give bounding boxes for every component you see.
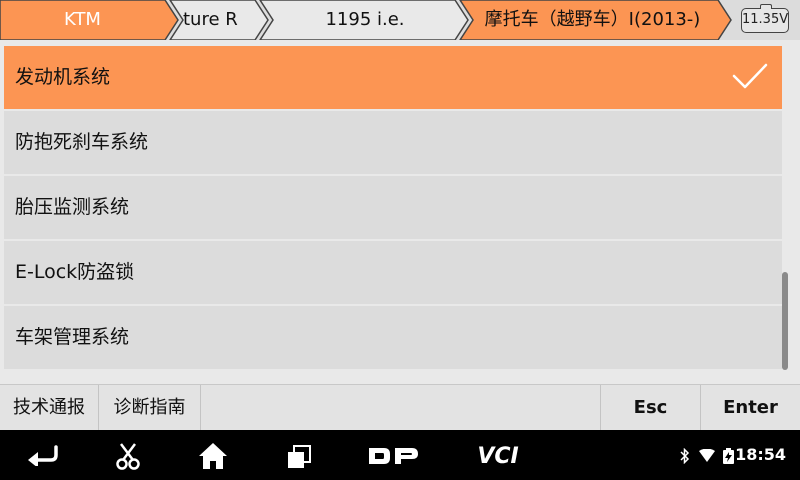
list-item-abs-system[interactable]: 防抱死刹车系统 [4,111,782,174]
breadcrumb-item-vehicle-type[interactable]: 摩托车（越野车）I(2013-) [470,0,715,40]
list-item-label: 车架管理系统 [15,326,130,348]
battery-voltage-indicator: 11.35V [741,4,789,33]
breadcrumb: KTM ture R 1195 i.e. 摩托车（越野车）I(2013-) 11… [0,0,800,40]
list-scrollbar-thumb[interactable] [782,272,788,370]
list-item-label: 胎压监测系统 [15,196,130,218]
breadcrumb-item-engine[interactable]: 1195 i.e. [275,0,455,40]
enter-button[interactable]: Enter [701,385,800,430]
list-item-engine-system[interactable]: 发动机系统 [4,46,782,109]
bluetooth-icon [680,448,690,464]
screenshot-button[interactable] [106,430,150,480]
action-bar: 技术通报 诊断指南 Esc Enter [0,384,800,430]
esc-button[interactable]: Esc [600,385,701,430]
navigation-bar: VCI 18:54 [0,430,800,480]
back-button[interactable] [20,430,66,480]
back-icon [28,445,58,466]
diagnostic-guide-button[interactable]: 诊断指南 [99,385,201,430]
wifi-icon [699,449,715,462]
status-time: 18:54 [735,445,786,464]
list-item-label: E-Lock防盗锁 [15,261,135,283]
home-icon [199,443,227,469]
scissors-icon [116,443,140,470]
breadcrumb-item-ktm[interactable]: KTM [0,0,165,40]
dp-button[interactable] [362,430,422,480]
list-item-label: 发动机系统 [15,66,111,88]
list-item-label: 防抱死刹车系统 [15,131,149,153]
vci-button[interactable]: VCI [468,430,528,480]
list-item-frame-management[interactable]: 车架管理系统 [4,306,782,369]
battery-charging-icon [723,448,734,464]
recent-apps-icon [288,445,311,468]
breadcrumb-item-model[interactable]: ture R [183,0,243,40]
home-button[interactable] [192,430,236,480]
vci-icon: VCI [477,444,518,467]
dp-logo-icon [369,448,418,464]
recent-apps-button[interactable] [280,430,320,480]
system-list: 发动机系统 防抱死刹车系统 胎压监测系统 E-Lock防盗锁 车架管理系统 [4,46,782,372]
tech-bulletin-button[interactable]: 技术通报 [0,385,99,430]
list-item-tpms-system[interactable]: 胎压监测系统 [4,176,782,239]
vci-label: VCI [477,444,518,467]
check-icon [732,63,768,89]
list-item-elock[interactable]: E-Lock防盗锁 [4,241,782,304]
